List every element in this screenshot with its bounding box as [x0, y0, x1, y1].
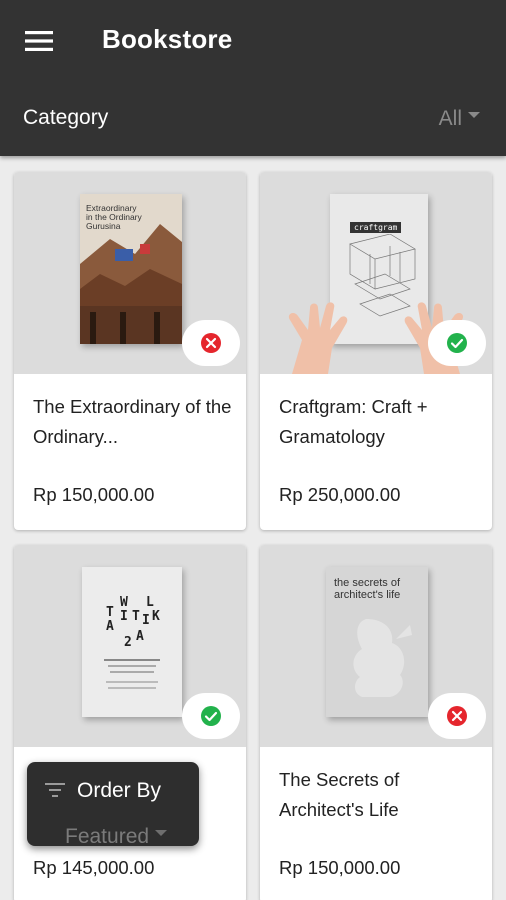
- book-cover-image: the secrets of architect's life: [260, 545, 492, 747]
- caret-down-icon: [468, 112, 480, 118]
- product-title: Craftgram: Craft + Gramatology: [279, 396, 428, 447]
- book-cover-image: craftgram: [260, 172, 492, 374]
- product-price: Rp 150,000.00: [279, 857, 401, 878]
- check-circle-icon: [447, 333, 467, 353]
- cover-text: I: [142, 613, 150, 628]
- cover-text: craftgram: [350, 222, 402, 233]
- cover-text: architect's life: [334, 589, 401, 601]
- cross-circle-icon: [447, 706, 467, 726]
- order-by-value: Featured: [65, 825, 150, 848]
- order-by-panel: Order By Featured: [27, 762, 199, 848]
- app-title: Bookstore: [102, 24, 233, 54]
- order-by-dropdown[interactable]: Featured: [65, 824, 168, 850]
- cover-text: K: [152, 609, 160, 624]
- product-card[interactable]: Extraordinary in the Ordinary Gurusina T…: [14, 172, 246, 530]
- cover-text: Gurusina: [86, 221, 121, 231]
- cover-text: W: [120, 595, 128, 610]
- book-cover-image: Extraordinary in the Ordinary Gurusina: [14, 172, 246, 374]
- product-title: The Extraordinary of the Ordinary...: [33, 396, 232, 447]
- hamburger-menu-icon: [25, 31, 53, 51]
- cover-text: T: [106, 605, 114, 620]
- cover-text: A: [106, 619, 114, 634]
- menu-button[interactable]: [22, 28, 56, 54]
- order-by-label: Order By: [77, 779, 162, 802]
- sort-filter-icon[interactable]: [45, 782, 65, 798]
- caret-down-icon: [155, 830, 168, 836]
- product-price: Rp 145,000.00: [33, 857, 155, 878]
- cover-text: A: [136, 629, 144, 644]
- availability-badge: [428, 693, 486, 739]
- product-card[interactable]: craftgram Craftgram: Craft + Gramatology…: [260, 172, 492, 530]
- check-circle-icon: [201, 706, 221, 726]
- availability-badge: [182, 693, 240, 739]
- product-price: Rp 150,000.00: [33, 484, 155, 505]
- category-value: All: [438, 107, 462, 130]
- product-price: Rp 250,000.00: [279, 484, 401, 505]
- app-bar: Bookstore Category All: [0, 0, 506, 156]
- book-cover-image: T W L A I T I K A 2: [14, 545, 246, 747]
- category-dropdown[interactable]: All: [439, 104, 480, 134]
- availability-badge: [428, 320, 486, 366]
- product-card[interactable]: the secrets of architect's life The Secr…: [260, 545, 492, 900]
- cover-text: I: [120, 609, 128, 624]
- cover-text: the secrets of: [334, 577, 401, 589]
- cover-text: 2: [124, 635, 132, 650]
- category-label: Category: [23, 106, 109, 129]
- cross-circle-icon: [201, 333, 221, 353]
- cover-text: T: [132, 609, 140, 624]
- product-title: The Secrets of Architect's Life: [279, 769, 400, 820]
- cover-text: L: [146, 595, 154, 610]
- availability-badge: [182, 320, 240, 366]
